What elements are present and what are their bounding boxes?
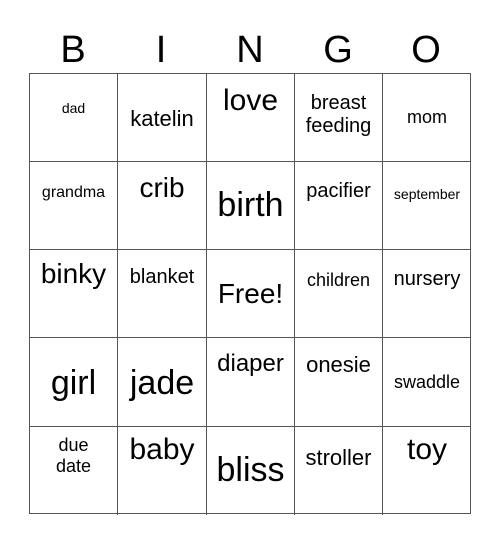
bingo-cell-text: september [393,186,461,202]
header-letter-n: N [236,29,264,71]
bingo-cell[interactable]: dad [30,74,118,162]
bingo-cell[interactable]: nursery [383,250,471,338]
bingo-cell[interactable]: mom [383,74,471,162]
bingo-cell-text: dad [61,100,86,116]
bingo-cell-text: nursery [393,268,461,290]
bingo-cell[interactable]: onesie [295,338,383,427]
bingo-cell-text: diaper [217,350,284,377]
bingo-cell[interactable]: children [295,250,383,338]
header-letter-b: B [60,29,86,71]
bingo-cell[interactable]: stroller [295,427,383,515]
bingo-cell-text: grandma [41,184,106,201]
bingo-cell-text: children [306,270,371,290]
header-letter-o: O [411,29,441,71]
bingo-cell-text: love [222,84,279,117]
bingo-cell-text: Free! [217,278,284,309]
bingo-cell[interactable]: toy [383,427,471,515]
bingo-cell-text: crib [139,172,185,203]
bingo-cell-text: onesie [306,352,371,377]
bingo-cell[interactable]: september [383,162,471,250]
bingo-cell-text: mom [407,107,447,127]
bingo-cell-text: binky [40,258,107,289]
bingo-cell-text: pacifier [306,180,371,202]
bingo-cell[interactable]: diaper [207,338,295,427]
bingo-cell[interactable]: binky [30,250,118,338]
bingo-card-grid: dad katelin love breast feeding mom grandma cri… [29,73,471,515]
bingo-cell[interactable]: jade [118,338,207,427]
bingo-cell-text: baby [129,433,195,466]
bingo-cell[interactable]: girl [30,338,118,427]
bingo-cell-text: toy [406,433,448,466]
bingo-cell-text: due date [55,435,92,476]
bingo-cell-text: birth [217,186,284,224]
bingo-cell[interactable]: swaddle [383,338,471,427]
header-letter-i: I [155,29,167,71]
bingo-cell-text: blanket [129,266,195,288]
bingo-cell[interactable]: grandma [30,162,118,250]
bingo-cell-text: katelin [130,106,194,131]
bingo-cell[interactable]: love [207,74,295,162]
header-letter-g: G [323,29,353,71]
bingo-cell[interactable]: due date [30,427,118,515]
bingo-free-cell[interactable]: Free! [207,250,295,338]
bingo-cell-text: breast feeding [305,92,372,137]
bingo-cell[interactable]: pacifier [295,162,383,250]
bingo-cell-text: bliss [216,451,285,489]
bingo-cell-text: stroller [305,445,372,470]
bingo-cell-text: swaddle [393,372,461,392]
bingo-cell-text: girl [50,364,97,402]
bingo-cell-text: jade [129,364,195,402]
bingo-cell[interactable]: birth [207,162,295,250]
bingo-cell[interactable]: katelin [118,74,207,162]
bingo-cell[interactable]: blanket [118,250,207,338]
bingo-cell[interactable]: crib [118,162,207,250]
bingo-cell[interactable]: baby [118,427,207,515]
bingo-cell[interactable]: breast feeding [295,74,383,162]
bingo-cell[interactable]: bliss [207,427,295,515]
